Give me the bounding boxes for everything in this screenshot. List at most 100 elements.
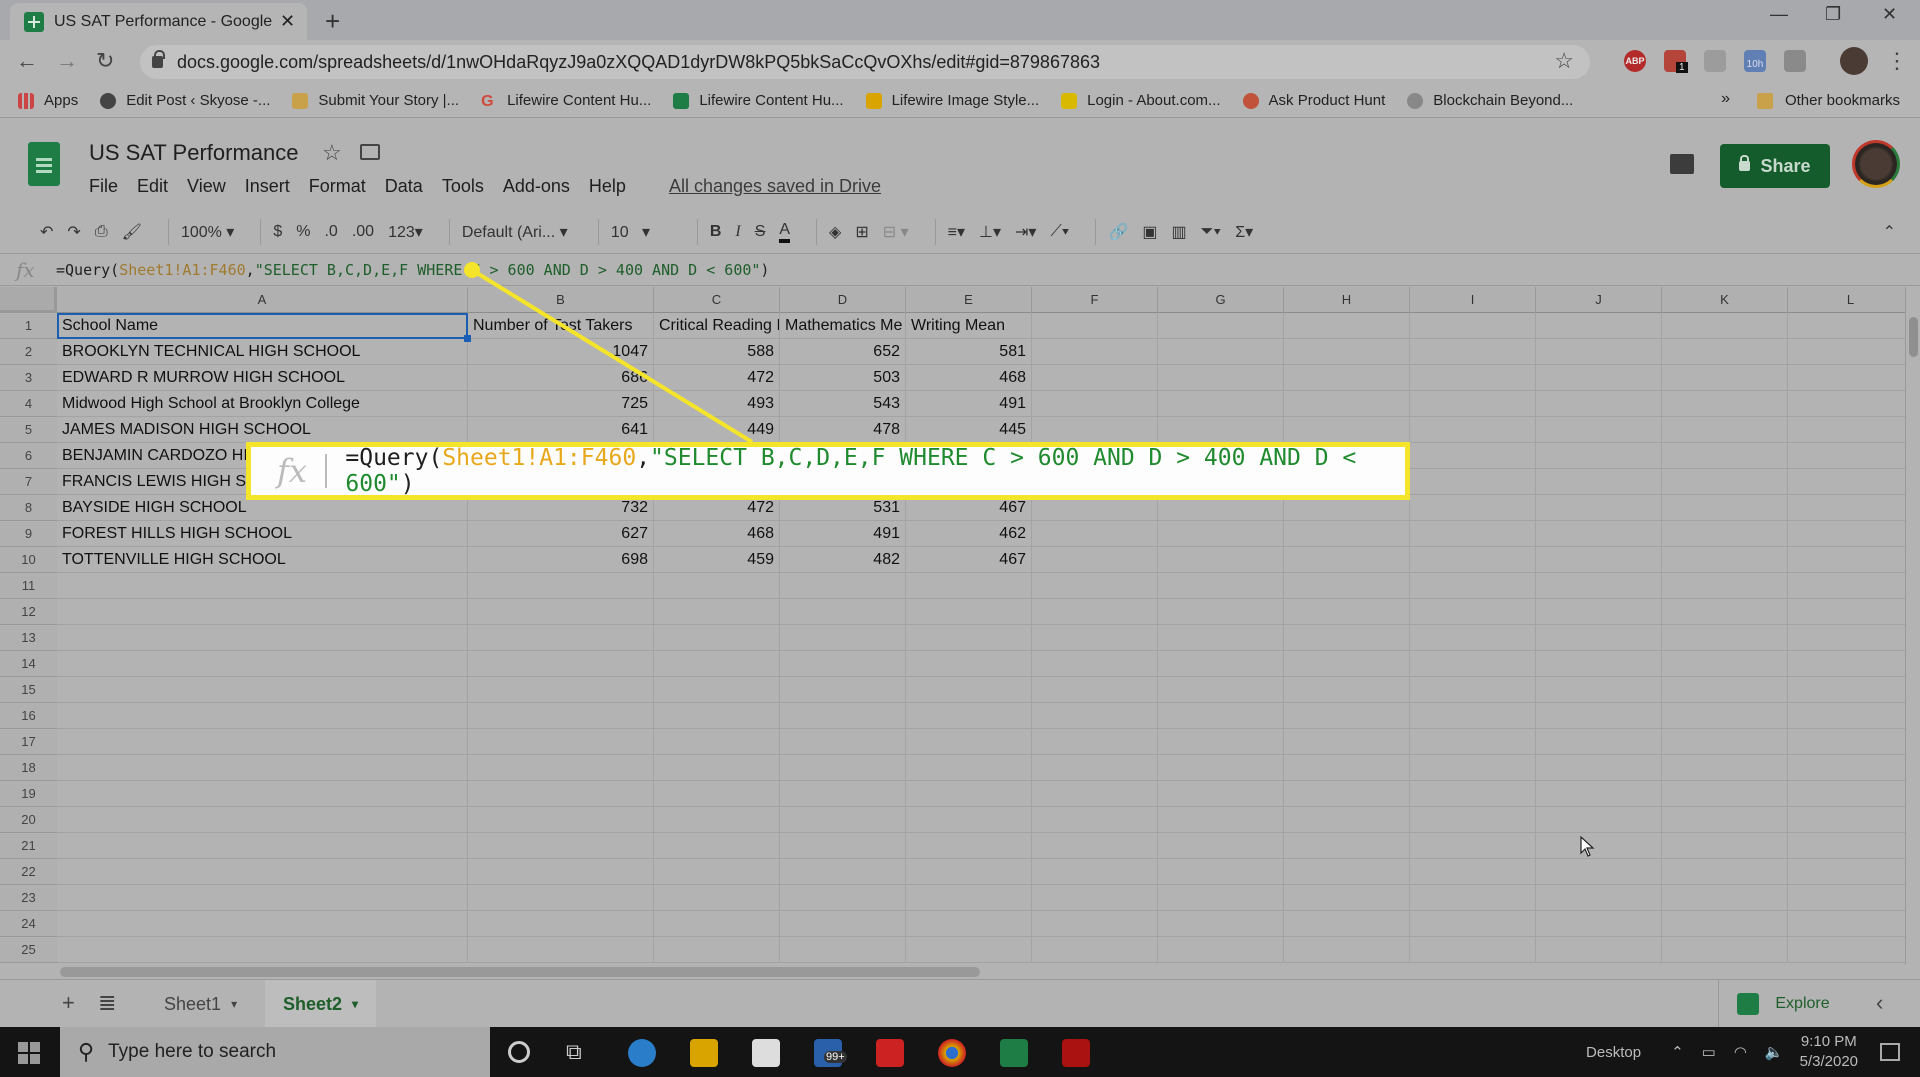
cell-g17[interactable] bbox=[1158, 729, 1284, 754]
cell-a16[interactable] bbox=[57, 703, 468, 728]
column-header-k[interactable]: K bbox=[1662, 287, 1788, 313]
row-header-6[interactable]: 6 bbox=[0, 443, 57, 469]
bookmark-item[interactable]: Blockchain Beyond... bbox=[1407, 92, 1573, 109]
cell-g10[interactable] bbox=[1158, 547, 1284, 572]
cell-b3[interactable]: 686 bbox=[468, 365, 654, 390]
cell-f15[interactable] bbox=[1032, 677, 1158, 702]
show-hidden-icons[interactable]: ⌃ bbox=[1671, 1043, 1684, 1061]
cell-b17[interactable] bbox=[468, 729, 654, 754]
cell-a22[interactable] bbox=[57, 859, 468, 884]
text-color-icon[interactable]: A bbox=[779, 221, 791, 243]
cell-i14[interactable] bbox=[1410, 651, 1536, 676]
font-size-select[interactable]: 10 ▾ bbox=[611, 222, 671, 242]
chevron-down-icon[interactable]: ▾ bbox=[231, 997, 237, 1011]
store-icon[interactable] bbox=[752, 1039, 780, 1067]
cell-a14[interactable] bbox=[57, 651, 468, 676]
cell-g4[interactable] bbox=[1158, 391, 1284, 416]
cell-h2[interactable] bbox=[1284, 339, 1410, 364]
cell-d22[interactable] bbox=[780, 859, 906, 884]
battery-icon[interactable]: ▭ bbox=[1702, 1043, 1716, 1061]
cell-i19[interactable] bbox=[1410, 781, 1536, 806]
cell-g24[interactable] bbox=[1158, 911, 1284, 936]
cell-k8[interactable] bbox=[1662, 495, 1788, 520]
cell-j22[interactable] bbox=[1536, 859, 1662, 884]
explore-button[interactable]: Explore bbox=[1718, 980, 1848, 1028]
cast-extension-icon[interactable] bbox=[1784, 50, 1806, 72]
add-sheet-button[interactable]: + bbox=[62, 990, 75, 1016]
menu-view[interactable]: View bbox=[187, 176, 226, 197]
cell-h18[interactable] bbox=[1284, 755, 1410, 780]
column-header-d[interactable]: D bbox=[780, 287, 906, 313]
cell-f21[interactable] bbox=[1032, 833, 1158, 858]
cell-d23[interactable] bbox=[780, 885, 906, 910]
cell-f19[interactable] bbox=[1032, 781, 1158, 806]
mail-icon[interactable]: 99+ bbox=[814, 1039, 847, 1067]
cell-k6[interactable] bbox=[1662, 443, 1788, 468]
cell-a10[interactable]: TOTTENVILLE HIGH SCHOOL bbox=[57, 547, 468, 572]
cell-b20[interactable] bbox=[468, 807, 654, 832]
cell-l10[interactable] bbox=[1788, 547, 1905, 572]
cell-l11[interactable] bbox=[1788, 573, 1905, 598]
taskbar-search-box[interactable]: ⚲ Type here to search bbox=[60, 1027, 490, 1077]
wifi-icon[interactable]: ◠ bbox=[1734, 1043, 1747, 1061]
cell-h12[interactable] bbox=[1284, 599, 1410, 624]
cell-j13[interactable] bbox=[1536, 625, 1662, 650]
cell-f13[interactable] bbox=[1032, 625, 1158, 650]
cell-h21[interactable] bbox=[1284, 833, 1410, 858]
cell-k11[interactable] bbox=[1662, 573, 1788, 598]
cell-e21[interactable] bbox=[906, 833, 1032, 858]
cell-g25[interactable] bbox=[1158, 937, 1284, 962]
formula-text[interactable]: =Query(Sheet1!A1:F460,"SELECT B,C,D,E,F … bbox=[56, 261, 769, 279]
cell-g18[interactable] bbox=[1158, 755, 1284, 780]
cell-h11[interactable] bbox=[1284, 573, 1410, 598]
text-wrapping-icon[interactable]: ⇥▾ bbox=[1015, 222, 1036, 242]
cell-a4[interactable]: Midwood High School at Brooklyn College bbox=[57, 391, 468, 416]
cortana-icon[interactable] bbox=[508, 1041, 530, 1063]
windows-start-icon[interactable] bbox=[18, 1042, 40, 1064]
cell-f20[interactable] bbox=[1032, 807, 1158, 832]
cell-b13[interactable] bbox=[468, 625, 654, 650]
cell-i18[interactable] bbox=[1410, 755, 1536, 780]
horizontal-scrollbar[interactable] bbox=[57, 965, 1907, 979]
merge-cells-icon[interactable]: ⊟ ▾ bbox=[883, 222, 909, 242]
cell-j25[interactable] bbox=[1536, 937, 1662, 962]
cell-j20[interactable] bbox=[1536, 807, 1662, 832]
row-header-4[interactable]: 4 bbox=[0, 391, 57, 417]
cell-c11[interactable] bbox=[654, 573, 780, 598]
cell-i11[interactable] bbox=[1410, 573, 1536, 598]
minimize-button[interactable]: — bbox=[1770, 4, 1788, 25]
cell-j15[interactable] bbox=[1536, 677, 1662, 702]
bold-icon[interactable]: B bbox=[710, 223, 722, 241]
cell-d10[interactable]: 482 bbox=[780, 547, 906, 572]
cell-e12[interactable] bbox=[906, 599, 1032, 624]
row-header-21[interactable]: 21 bbox=[0, 833, 57, 859]
menu-edit[interactable]: Edit bbox=[137, 176, 168, 197]
row-header-7[interactable]: 7 bbox=[0, 469, 57, 495]
cell-d12[interactable] bbox=[780, 599, 906, 624]
cell-j19[interactable] bbox=[1536, 781, 1662, 806]
bookmark-item[interactable]: Ask Product Hunt bbox=[1242, 92, 1385, 109]
undo-icon[interactable]: ↶ bbox=[40, 222, 53, 242]
cell-j21[interactable] bbox=[1536, 833, 1662, 858]
row-header-9[interactable]: 9 bbox=[0, 521, 57, 547]
cell-g23[interactable] bbox=[1158, 885, 1284, 910]
insert-comment-icon[interactable]: ▣ bbox=[1142, 222, 1157, 242]
cell-h25[interactable] bbox=[1284, 937, 1410, 962]
cell-j5[interactable] bbox=[1536, 417, 1662, 442]
insert-chart-icon[interactable]: ▥ bbox=[1172, 222, 1187, 242]
cell-a11[interactable] bbox=[57, 573, 468, 598]
cell-l3[interactable] bbox=[1788, 365, 1905, 390]
cell-l9[interactable] bbox=[1788, 521, 1905, 546]
cell-c5[interactable]: 449 bbox=[654, 417, 780, 442]
cell-f23[interactable] bbox=[1032, 885, 1158, 910]
column-header-i[interactable]: I bbox=[1410, 287, 1536, 313]
cell-l24[interactable] bbox=[1788, 911, 1905, 936]
app-icon[interactable] bbox=[1062, 1039, 1090, 1067]
cell-a5[interactable]: JAMES MADISON HIGH SCHOOL bbox=[57, 417, 468, 442]
cell-l12[interactable] bbox=[1788, 599, 1905, 624]
document-title[interactable]: US SAT Performance bbox=[89, 140, 298, 166]
cell-f5[interactable] bbox=[1032, 417, 1158, 442]
bookmark-apps[interactable]: Apps bbox=[18, 92, 78, 109]
clock[interactable]: 9:10 PM 5/3/2020 bbox=[1800, 1032, 1858, 1072]
cell-a17[interactable] bbox=[57, 729, 468, 754]
